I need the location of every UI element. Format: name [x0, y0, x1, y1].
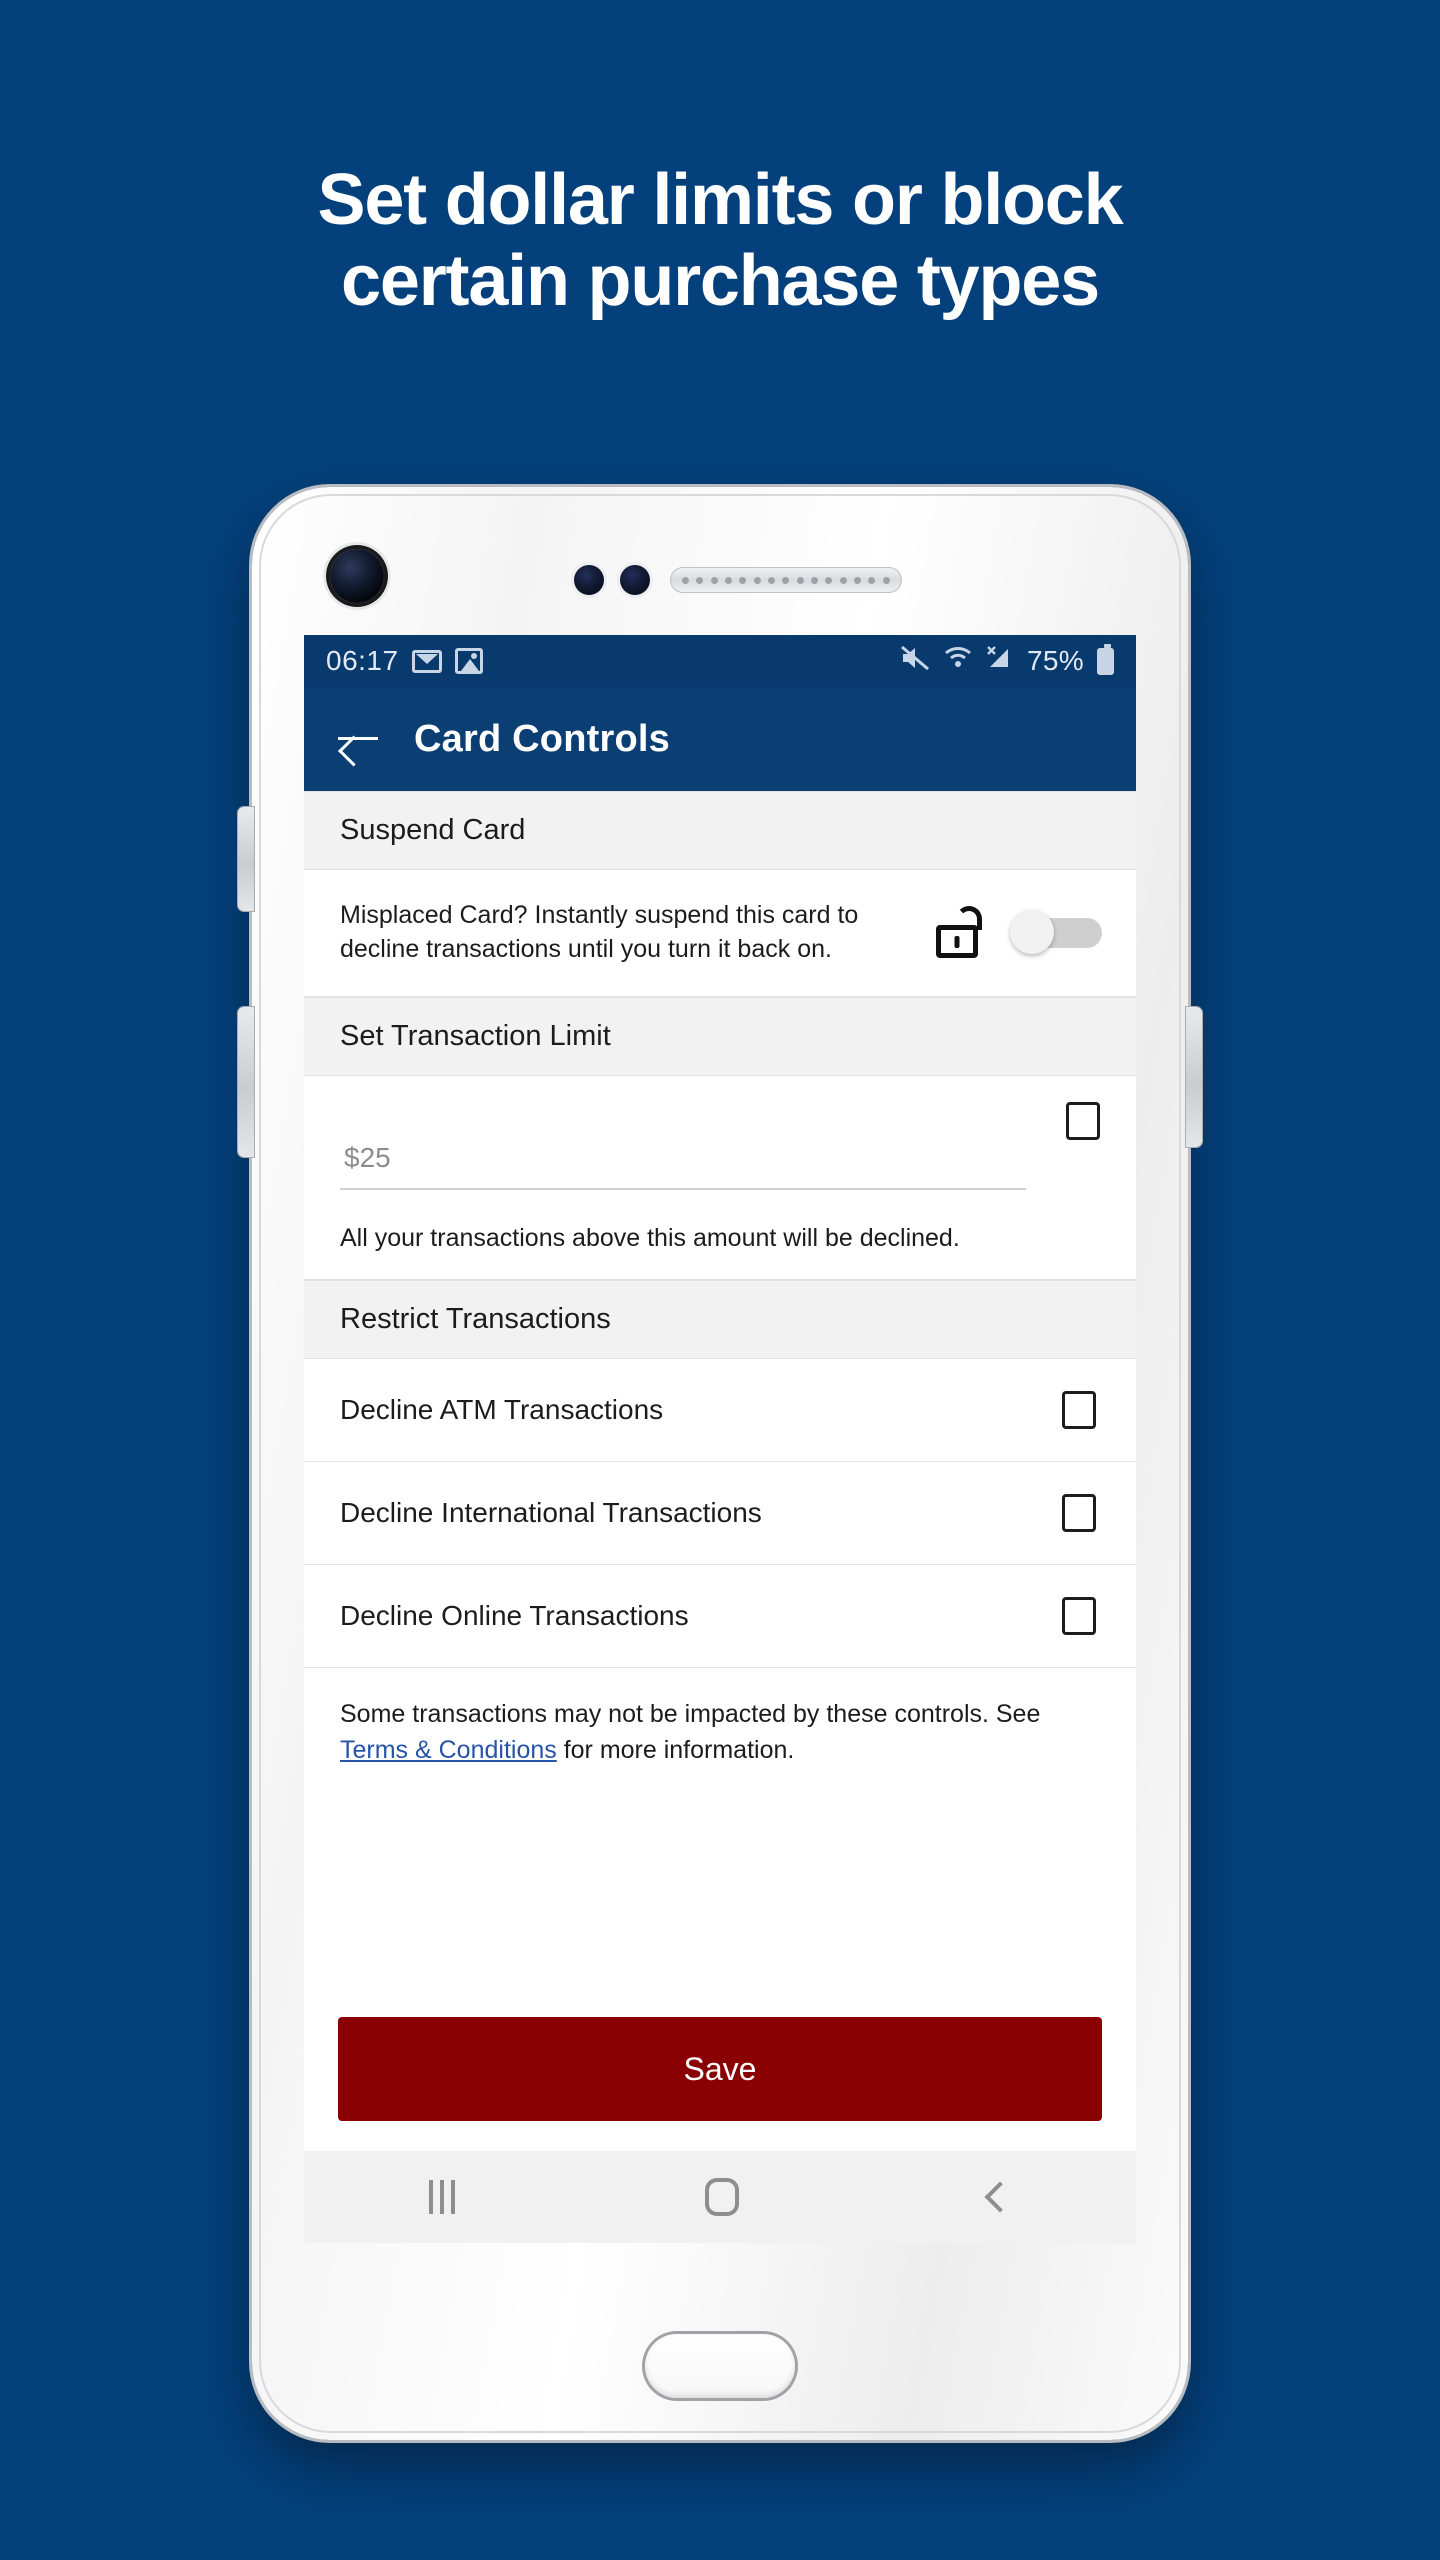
- headline-line-1: Set dollar limits or block: [317, 160, 1124, 240]
- phone-device: 06:17 75% Card Controls Suspend Card Mis…: [238, 487, 1202, 2440]
- mute-icon: [900, 645, 930, 678]
- gmail-icon: [411, 649, 442, 673]
- home-icon[interactable]: [705, 2178, 739, 2216]
- transaction-limit-checkbox[interactable]: [1066, 1102, 1100, 1140]
- back-icon[interactable]: [984, 2181, 1016, 2213]
- decline-online-row[interactable]: Decline Online Transactions: [304, 1565, 1136, 1668]
- battery-icon: [1097, 643, 1114, 675]
- proximity-sensor-icon: [574, 565, 604, 595]
- signal-icon: [986, 645, 1014, 678]
- terms-text-before: Some transactions may not be impacted by…: [340, 1700, 1041, 1728]
- battery-percent: 75%: [1027, 645, 1084, 676]
- decline-international-label: Decline International Transactions: [340, 1497, 762, 1528]
- phone-screen: 06:17 75% Card Controls Suspend Card Mis…: [304, 635, 1136, 2243]
- status-bar-left: 06:17: [326, 645, 483, 677]
- suspend-card-description: Misplaced Card? Instantly suspend this c…: [340, 901, 859, 963]
- decline-atm-checkbox[interactable]: [1062, 1391, 1096, 1429]
- transaction-limit-note: All your transactions above this amount …: [304, 1218, 1136, 1280]
- photo-icon: [454, 648, 483, 674]
- transaction-limit-input[interactable]: [340, 1142, 1026, 1190]
- unlocked-padlock-icon: [934, 906, 982, 958]
- decline-atm-label: Decline ATM Transactions: [340, 1394, 664, 1425]
- recent-apps-icon[interactable]: [429, 2180, 455, 2214]
- status-bar-right: 75%: [900, 643, 1114, 678]
- terms-text-after: for more information.: [556, 1736, 795, 1764]
- decline-online-label: Decline Online Transactions: [340, 1600, 689, 1631]
- app-bar: Card Controls: [304, 687, 1136, 791]
- decline-international-checkbox[interactable]: [1062, 1494, 1096, 1532]
- volume-down-button[interactable]: [238, 1007, 254, 1157]
- home-hardware-button[interactable]: [645, 2334, 795, 2398]
- power-button[interactable]: [1186, 1007, 1202, 1147]
- status-time: 06:17: [326, 645, 399, 676]
- status-bar: 06:17 75%: [304, 635, 1136, 687]
- app-bar-title: Card Controls: [414, 717, 670, 760]
- volume-up-button[interactable]: [238, 807, 254, 911]
- suspend-card-toggle[interactable]: [1010, 910, 1102, 954]
- save-button-container: Save: [304, 1977, 1136, 2151]
- restrict-transactions-section-header: Restrict Transactions: [304, 1280, 1136, 1359]
- suspend-card-section-header: Suspend Card: [304, 791, 1136, 870]
- wifi-icon: [943, 645, 973, 678]
- terms-disclaimer: Some transactions may not be impacted by…: [304, 1668, 1136, 1768]
- promo-screenshot: Set dollar limits or block certain purch…: [0, 0, 1440, 2560]
- transaction-limit-row: [304, 1076, 1136, 1218]
- save-button[interactable]: Save: [338, 2017, 1102, 2121]
- set-transaction-limit-section-header: Set Transaction Limit: [304, 997, 1136, 1076]
- decline-international-row[interactable]: Decline International Transactions: [304, 1462, 1136, 1565]
- earpiece-speaker-icon: [670, 567, 902, 593]
- android-navigation-bar: [304, 2151, 1136, 2243]
- back-arrow-icon[interactable]: [338, 722, 378, 756]
- headline-line-2: certain purchase types: [341, 240, 1100, 321]
- page-title: Set dollar limits or block certain purch…: [0, 160, 1440, 321]
- terms-and-conditions-link[interactable]: Terms & Conditions: [340, 1736, 557, 1764]
- decline-online-checkbox[interactable]: [1062, 1597, 1096, 1635]
- light-sensor-icon: [620, 565, 650, 595]
- front-camera-icon: [330, 549, 384, 603]
- decline-atm-row[interactable]: Decline ATM Transactions: [304, 1359, 1136, 1462]
- suspend-card-row[interactable]: Misplaced Card? Instantly suspend this c…: [304, 870, 1136, 997]
